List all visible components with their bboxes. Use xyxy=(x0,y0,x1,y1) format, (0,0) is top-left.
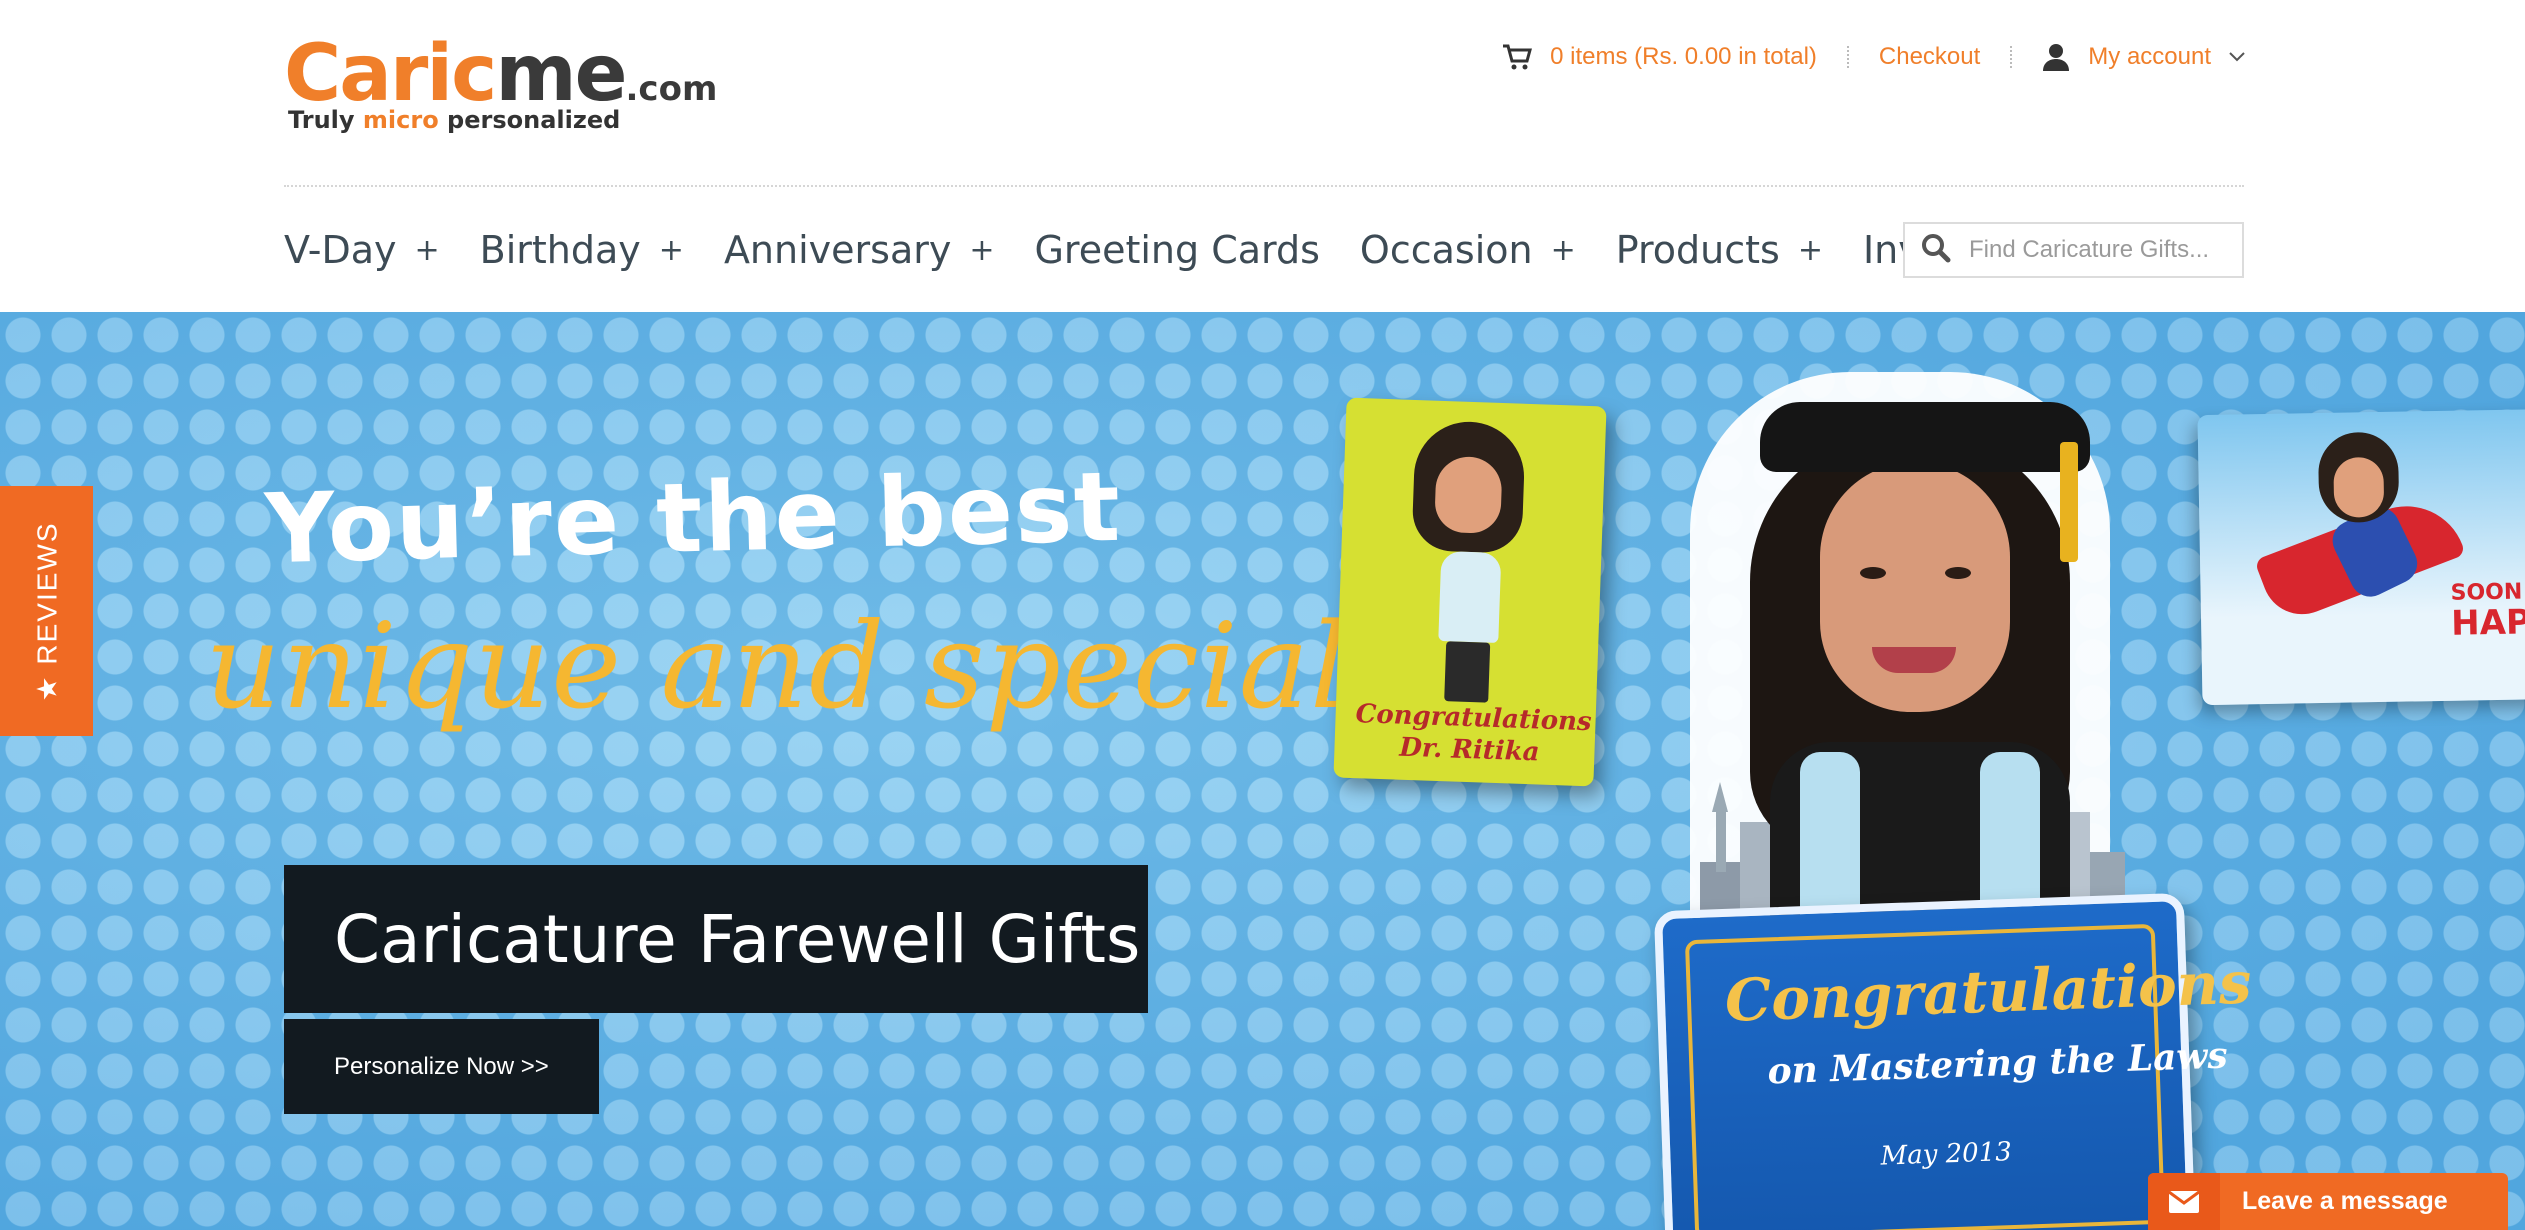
nav-item-anniversary[interactable]: Anniversary + xyxy=(724,228,995,272)
search-box xyxy=(1903,222,2244,278)
tagline-mid: micro xyxy=(362,106,439,134)
caricature-card-right: SOON HAP xyxy=(2197,408,2525,706)
tagline-end: personalized xyxy=(438,106,621,134)
logo-domain: .com xyxy=(625,69,718,109)
tagline-start: Truly xyxy=(288,106,363,134)
my-account-label: My account xyxy=(2088,43,2211,70)
card-right-line2: HAP xyxy=(2450,602,2525,644)
graduate-mouth xyxy=(1872,647,1956,673)
hero-promo-title[interactable]: Caricature Farewell Gifts xyxy=(284,865,1148,1013)
cta-label: Personalize Now >> xyxy=(334,1052,549,1080)
plus-icon[interactable]: + xyxy=(1551,233,1576,268)
graduation-cap xyxy=(1760,402,2090,472)
nav-label: Greeting Cards xyxy=(1034,228,1320,272)
reviews-tab-label: ★ REVIEWS xyxy=(31,520,63,702)
hero-headline-line1: You’re the best xyxy=(263,450,1124,586)
plus-icon[interactable]: + xyxy=(1798,233,1823,268)
congratulations-sign: Congratulations on Mastering the Laws Ma… xyxy=(1653,892,2253,1230)
site-header: Caricme.com Truly micro personalized 0 i… xyxy=(0,0,2525,312)
nav-label: Birthday xyxy=(479,228,641,272)
cart-icon xyxy=(1502,43,1533,71)
card-face xyxy=(2333,456,2385,518)
nav-item-products[interactable]: Products + xyxy=(1616,228,1823,272)
logo-tagline: Truly micro personalized xyxy=(288,106,620,134)
cart-link[interactable]: 0 items (Rs. 0.00 in total) xyxy=(1502,43,1817,71)
card-body xyxy=(1438,550,1502,644)
util-separator xyxy=(2010,46,2013,68)
user-icon xyxy=(2042,43,2070,71)
main-nav: V-Day + Birthday + Anniversary + Greeting C… xyxy=(284,220,2029,280)
checkout-link[interactable]: Checkout xyxy=(1879,43,1980,71)
utility-links: 0 items (Rs. 0.00 in total) Checkout My … xyxy=(1502,40,2245,74)
nav-item-vday[interactable]: V-Day + xyxy=(284,228,440,272)
plus-icon[interactable]: + xyxy=(415,233,440,268)
leave-message-label: Leave a message xyxy=(2242,1187,2448,1215)
graduate-eye xyxy=(1860,567,1886,579)
search-icon[interactable] xyxy=(1921,233,1951,268)
graduate-eye xyxy=(1945,567,1971,579)
leave-message-widget[interactable]: Leave a message xyxy=(2148,1173,2508,1230)
site-logo[interactable]: Caricme.com Truly micro personalized xyxy=(284,34,717,144)
chevron-down-icon xyxy=(2229,52,2245,62)
nav-item-birthday[interactable]: Birthday + xyxy=(480,228,684,272)
nav-label: V-Day xyxy=(284,228,397,272)
hero-headline-line2: unique and special xyxy=(205,597,1349,735)
card-face xyxy=(1434,455,1503,535)
search-input[interactable] xyxy=(1969,236,2229,264)
nav-item-greeting-cards[interactable]: Greeting Cards xyxy=(1034,228,1319,272)
my-account-menu[interactable]: My account xyxy=(2042,43,2245,71)
nav-label: Products xyxy=(1615,228,1780,272)
card-right-caption: SOON HAP xyxy=(2450,579,2525,644)
mail-icon xyxy=(2148,1173,2220,1230)
header-divider xyxy=(284,185,2244,187)
nav-label: Anniversary xyxy=(723,228,952,272)
checkout-label: Checkout xyxy=(1878,43,1981,70)
reviews-tab[interactable]: ★ REVIEWS xyxy=(0,486,93,736)
cart-summary: 0 items (Rs. 0.00 in total) xyxy=(1550,43,1817,70)
plus-icon[interactable]: + xyxy=(659,233,684,268)
caricature-card-left: Congratulations Dr. Ritika xyxy=(1333,397,1607,787)
promo-title-text: Caricature Farewell Gifts xyxy=(334,900,1141,978)
nav-item-occasion[interactable]: Occasion + xyxy=(1360,228,1576,272)
sign-line3: May 2013 xyxy=(1880,1137,2013,1172)
card-legs xyxy=(1444,641,1491,703)
graduate-face xyxy=(1820,462,2010,712)
card-left-caption: Congratulations Dr. Ritika xyxy=(1354,698,1592,770)
hero-banner[interactable]: You’re the best unique and special Congr… xyxy=(0,312,2525,1230)
personalize-now-button[interactable]: Personalize Now >> xyxy=(284,1019,599,1114)
graduation-tassel xyxy=(2060,442,2078,562)
util-separator xyxy=(1846,46,1849,68)
plus-icon[interactable]: + xyxy=(969,233,994,268)
nav-label: Occasion xyxy=(1359,228,1533,272)
